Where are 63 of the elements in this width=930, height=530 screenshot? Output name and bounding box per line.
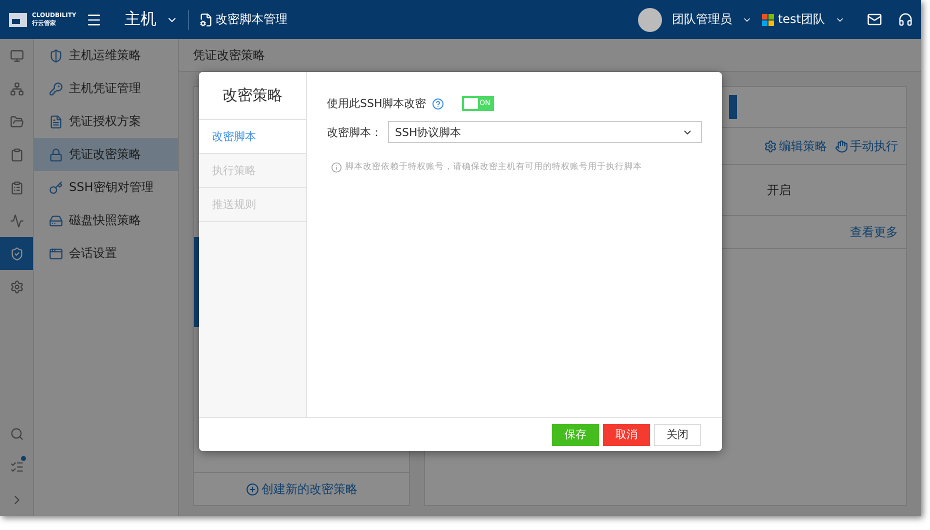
breadcrumb: 凭证改密策略 bbox=[193, 46, 265, 64]
submenu-label: 会话设置 bbox=[69, 245, 117, 262]
submenu-item[interactable]: 主机运维策略 bbox=[34, 39, 178, 72]
mail-icon[interactable] bbox=[867, 12, 882, 27]
user-name[interactable]: 团队管理员 bbox=[672, 11, 732, 28]
submenu-label: SSH密钥对管理 bbox=[69, 179, 154, 196]
dialog-title: 改密策略 bbox=[222, 86, 282, 105]
hint-text: 脚本改密依赖于特权账号，请确保改密主机有可用的特权账号用于执行脚本 bbox=[345, 161, 642, 173]
script-select[interactable]: SSH协议脚本 bbox=[388, 121, 702, 143]
monitor-icon bbox=[10, 48, 24, 62]
avatar[interactable] bbox=[638, 8, 662, 32]
submenu-item[interactable]: 会话设置 bbox=[34, 237, 178, 270]
help-icon[interactable] bbox=[432, 98, 444, 110]
window-icon bbox=[49, 246, 63, 260]
toggle-label: 使用此SSH脚本改密 bbox=[327, 96, 426, 111]
plus-icon bbox=[246, 482, 258, 496]
dialog-button[interactable]: 保存 bbox=[552, 424, 599, 446]
submenu-item[interactable]: 凭证授权方案 bbox=[34, 105, 178, 138]
settings-icon bbox=[10, 280, 24, 294]
action-label[interactable]: 编辑策略 bbox=[779, 138, 827, 154]
create-policy-link[interactable]: 创建新的改密策略 bbox=[194, 472, 409, 505]
page-title: 改密脚本管理 bbox=[215, 11, 288, 28]
folder-icon bbox=[10, 114, 24, 128]
action-label[interactable]: 手动执行 bbox=[850, 138, 898, 154]
search-icon bbox=[10, 426, 24, 440]
submenu-item[interactable]: 主机凭证管理 bbox=[34, 72, 178, 105]
key-icon bbox=[49, 82, 63, 96]
document-settings-icon bbox=[199, 12, 214, 26]
view-more-link[interactable]: 查看更多 bbox=[850, 224, 898, 240]
submenu-item[interactable]: SSH密钥对管理 bbox=[34, 171, 178, 204]
status-text: 开启 bbox=[767, 182, 791, 198]
action-link[interactable]: 手动执行 bbox=[835, 138, 898, 154]
windows-logo-icon bbox=[762, 14, 774, 26]
info-icon bbox=[331, 162, 342, 172]
dialog-button[interactable]: 关闭 bbox=[654, 424, 701, 446]
submenu-item[interactable]: 磁盘快照策略 bbox=[34, 204, 178, 237]
submenu-label: 凭证授权方案 bbox=[69, 113, 141, 130]
clipboard-icon bbox=[10, 148, 24, 162]
submenu-item[interactable]: 凭证改密策略 bbox=[34, 138, 178, 171]
submenu-label: 凭证改密策略 bbox=[69, 146, 141, 163]
rail-button[interactable] bbox=[0, 237, 33, 270]
module-title: 主机 bbox=[124, 9, 156, 30]
key-icon bbox=[49, 180, 63, 194]
action-link[interactable]: 编辑策略 bbox=[764, 138, 827, 154]
dialog-tab[interactable]: 改密脚本 bbox=[199, 120, 306, 154]
headset-icon[interactable] bbox=[898, 12, 913, 27]
menu-icon[interactable] bbox=[86, 12, 102, 28]
shield-icon bbox=[10, 246, 24, 260]
network-icon bbox=[10, 82, 24, 96]
pulse-icon bbox=[10, 214, 24, 228]
team-name[interactable]: test团队 bbox=[778, 11, 825, 28]
field-label: 改密脚本： bbox=[327, 124, 382, 140]
dialog-button[interactable]: 取消 bbox=[603, 424, 650, 446]
submenu-label: 磁盘快照策略 bbox=[69, 212, 141, 229]
checklist-icon bbox=[10, 460, 24, 474]
document-icon bbox=[49, 114, 63, 128]
submenu-label: 主机运维策略 bbox=[69, 47, 141, 64]
hand-icon bbox=[835, 140, 848, 152]
lock-icon bbox=[49, 148, 63, 162]
submenu-label: 主机凭证管理 bbox=[69, 80, 141, 97]
clipboard-list-icon bbox=[10, 180, 24, 194]
settings-icon bbox=[764, 140, 777, 152]
shield-icon bbox=[49, 48, 63, 62]
